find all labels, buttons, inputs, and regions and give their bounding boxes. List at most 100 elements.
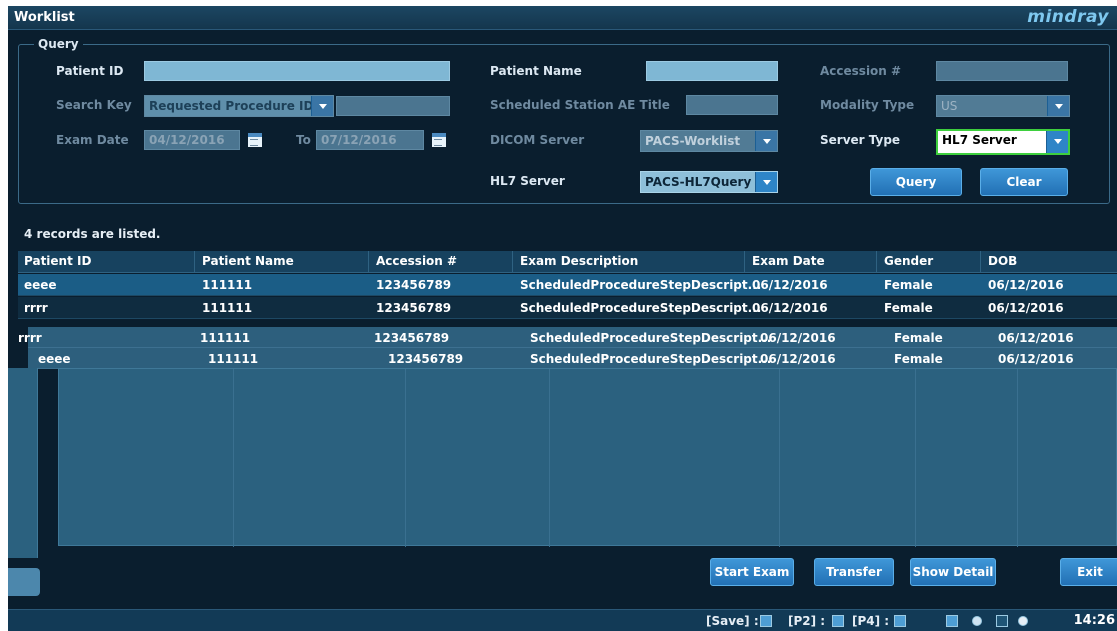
- cell-patient-name: 111111: [208, 352, 259, 366]
- patient-id-label: Patient ID: [56, 64, 124, 78]
- cell-gender: Female: [894, 331, 943, 345]
- usb-icon: [996, 615, 1008, 627]
- power-icon: [1018, 616, 1028, 626]
- cell-gender: Female: [884, 301, 933, 315]
- records-count: 4 records are listed.: [24, 227, 161, 241]
- cell-dob: 06/12/2016: [988, 278, 1064, 292]
- search-key-input[interactable]: [336, 96, 450, 116]
- cell-exam-description: ScheduledProcedureStepDescript...: [520, 301, 762, 315]
- calendar-icon[interactable]: [432, 133, 446, 147]
- search-key-label: Search Key: [56, 98, 132, 112]
- column-divider: [915, 369, 916, 547]
- hl7-server-select[interactable]: PACS-HL7Query: [640, 171, 778, 193]
- chevron-down-icon: [755, 172, 777, 192]
- cell-accession: 123456789: [388, 352, 464, 366]
- exit-button[interactable]: Exit: [1060, 558, 1117, 586]
- chevron-down-icon: [1046, 131, 1068, 153]
- calendar-icon[interactable]: [248, 133, 262, 147]
- modality-label: Modality Type: [820, 98, 915, 112]
- cell-exam-date: 06/12/2016: [760, 352, 836, 366]
- patient-name-input[interactable]: [646, 61, 778, 81]
- column-divider[interactable]: [876, 251, 877, 273]
- hl7-server-label: HL7 Server: [490, 174, 565, 188]
- cell-patient-id: eeee: [24, 278, 57, 292]
- cell-patient-id: rrrr: [18, 331, 42, 345]
- column-divider[interactable]: [980, 251, 981, 273]
- transfer-button[interactable]: Transfer: [814, 558, 894, 586]
- cell-accession: 123456789: [376, 278, 452, 292]
- column-divider: [405, 369, 406, 547]
- brand-logo: mindray: [1027, 7, 1109, 27]
- side-tab-button[interactable]: [8, 568, 40, 596]
- info-icon: [972, 616, 982, 626]
- col-patient-name[interactable]: Patient Name: [202, 254, 294, 268]
- status-bar: [Save] : [P2] : [P4] : 14:26: [8, 609, 1117, 631]
- image-icon: [894, 615, 906, 627]
- exam-date-to-label: To: [296, 133, 311, 147]
- station-ae-input[interactable]: [686, 95, 778, 115]
- patient-name-label: Patient Name: [490, 64, 582, 78]
- column-divider[interactable]: [368, 251, 369, 273]
- station-ae-label: Scheduled Station AE Title: [490, 98, 670, 112]
- patient-id-input[interactable]: [144, 61, 450, 81]
- table-body-area: [58, 368, 1117, 547]
- table-row[interactable]: rrrr 111111 123456789 ScheduledProcedure…: [18, 327, 1117, 348]
- column-divider: [1017, 369, 1018, 547]
- table-row[interactable]: eeee 111111 123456789 ScheduledProcedure…: [18, 274, 1117, 296]
- col-gender[interactable]: Gender: [884, 254, 933, 268]
- query-button[interactable]: Query: [870, 168, 962, 196]
- cell-dob: 06/12/2016: [998, 331, 1074, 345]
- column-divider: [779, 369, 780, 547]
- image-icon: [760, 615, 772, 627]
- cell-patient-name: 111111: [202, 301, 253, 315]
- cell-patient-name: 111111: [202, 278, 253, 292]
- title-bar: Worklist mindray: [8, 6, 1117, 30]
- column-divider[interactable]: [744, 251, 745, 273]
- exam-date-from-input[interactable]: 04/12/2016: [144, 130, 240, 150]
- cell-exam-description: ScheduledProcedureStepDescript...: [530, 352, 772, 366]
- col-exam-description[interactable]: Exam Description: [520, 254, 638, 268]
- show-detail-button[interactable]: Show Detail: [910, 558, 996, 586]
- left-side-panel: [8, 368, 38, 558]
- exam-date-label: Exam Date: [56, 133, 129, 147]
- clock: 14:26: [1073, 613, 1115, 628]
- server-type-label: Server Type: [820, 133, 901, 147]
- col-accession[interactable]: Accession #: [376, 254, 457, 268]
- cell-exam-date: 06/12/2016: [752, 301, 828, 315]
- cell-exam-description: ScheduledProcedureStepDescript...: [530, 331, 772, 345]
- hl7-server-value: PACS-HL7Query: [645, 175, 752, 189]
- col-patient-id[interactable]: Patient ID: [24, 254, 91, 268]
- clear-button[interactable]: Clear: [980, 168, 1068, 196]
- table-row[interactable]: rrrr 111111 123456789 ScheduledProcedure…: [18, 297, 1117, 319]
- column-divider[interactable]: [512, 251, 513, 273]
- cell-gender: Female: [894, 352, 943, 366]
- table-header: Patient ID Patient Name Accession # Exam…: [18, 251, 1117, 273]
- cell-patient-id: rrrr: [24, 301, 48, 315]
- column-divider[interactable]: [194, 251, 195, 273]
- table-ghost-rows: rrrr 111111 123456789 ScheduledProcedure…: [18, 327, 1117, 369]
- table-row[interactable]: eeee 111111 123456789 ScheduledProcedure…: [28, 348, 1117, 369]
- dicom-server-select[interactable]: PACS-Worklist: [640, 130, 778, 152]
- query-legend: Query: [34, 37, 83, 51]
- cell-gender: Female: [884, 278, 933, 292]
- col-exam-date[interactable]: Exam Date: [752, 254, 825, 268]
- modality-select[interactable]: US: [936, 95, 1070, 117]
- image-icon: [832, 615, 844, 627]
- search-key-value: Requested Procedure ID: [149, 99, 314, 113]
- exam-date-to-input[interactable]: 07/12/2016: [316, 130, 424, 150]
- save-shortcut-label: [Save] :: [706, 614, 759, 628]
- chevron-down-icon: [755, 131, 777, 151]
- cell-exam-date: 06/12/2016: [752, 278, 828, 292]
- cell-patient-name: 111111: [200, 331, 251, 345]
- window-title: Worklist: [14, 10, 75, 25]
- accession-input[interactable]: [936, 61, 1068, 81]
- worklist-screen: Worklist mindray Query Patient ID Patien…: [8, 6, 1117, 631]
- dicom-server-label: DICOM Server: [490, 133, 585, 147]
- chevron-down-icon: [1047, 96, 1069, 116]
- cell-dob: 06/12/2016: [988, 301, 1064, 315]
- col-dob[interactable]: DOB: [988, 254, 1017, 268]
- start-exam-button[interactable]: Start Exam: [710, 558, 794, 586]
- search-key-select[interactable]: Requested Procedure ID: [144, 95, 334, 117]
- cell-accession: 123456789: [374, 331, 450, 345]
- server-type-select[interactable]: HL7 Server: [936, 129, 1070, 155]
